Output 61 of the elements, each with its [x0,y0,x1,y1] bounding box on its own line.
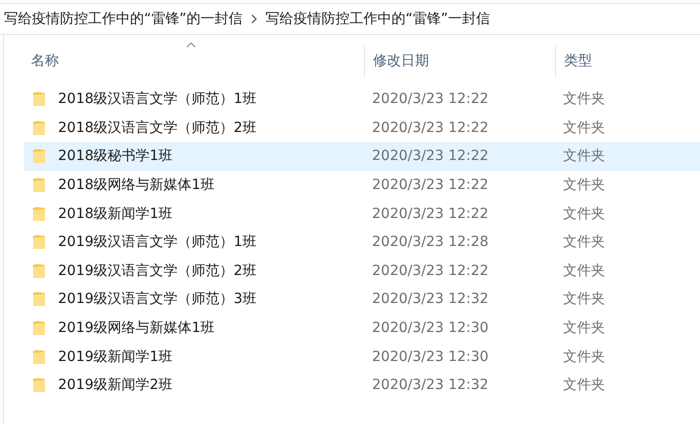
file-type: 文件夹 [562,262,606,280]
file-type: 文件夹 [562,319,606,338]
modified-date: 2020/3/23 12:30 [371,320,490,336]
file-type: 文件夹 [562,204,606,223]
modified-date: 2020/3/23 12:22 [371,148,490,164]
file-name: 2019级汉语言文学（师范）3班 [58,290,257,308]
file-type: 文件夹 [562,118,606,137]
folder-icon [32,348,46,365]
file-row[interactable]: 2019级汉语言文学（师范）2班 2020/3/23 12:22 文件夹 [24,256,700,286]
file-type: 文件夹 [562,290,606,308]
modified-date: 2020/3/23 12:28 [371,234,490,250]
folder-icon [32,91,46,108]
file-name: 2018级汉语言文学（师范）2班 [58,118,257,137]
file-name: 2019级新闻学2班 [58,376,173,394]
modified-date: 2020/3/23 12:32 [371,377,490,394]
folder-icon [32,234,46,250]
column-header[interactable]: 名称 [31,52,59,70]
file-row[interactable]: 2018级汉语言文学（师范）2班 2020/3/23 12:22 文件夹 [24,114,700,142]
file-type: 文件夹 [562,233,606,252]
file-row[interactable]: 2018级网络与新媒体1班 2020/3/23 12:22 文件夹 [24,170,700,200]
folder-icon [32,177,46,194]
modified-date: 2020/3/23 12:22 [371,120,490,136]
folder-icon [32,262,46,279]
file-type: 文件夹 [562,147,606,166]
file-name: 2019级汉语言文学（师范）2班 [58,262,257,280]
file-type: 文件夹 [562,376,606,394]
folder-icon [32,377,46,394]
file-name: 2019级网络与新媒体1班 [58,319,215,338]
file-row[interactable]: 2018级秘书学1班 2020/3/23 12:22 文件夹 [24,142,700,171]
folder-icon [32,206,46,222]
column-header[interactable]: 修改日期 [373,52,429,70]
file-row[interactable]: 2018级汉语言文学（师范）1班 2020/3/23 12:22 文件夹 [24,85,700,114]
folder-icon [32,291,46,308]
folder-icon [32,148,46,164]
column-header[interactable]: 类型 [564,52,592,70]
file-name: 2018级新闻学1班 [58,204,173,223]
file-row[interactable]: 2019级汉语言文学（师范）1班 2020/3/23 12:28 文件夹 [24,228,700,257]
file-type: 文件夹 [562,348,606,366]
modified-date: 2020/3/23 12:22 [371,91,490,108]
folder-icon [32,320,46,336]
modified-date: 2020/3/23 12:22 [371,206,490,222]
file-row[interactable]: 2019级网络与新媒体1班 2020/3/23 12:30 文件夹 [24,314,700,342]
modified-date: 2020/3/23 12:32 [371,291,490,308]
modified-date: 2020/3/23 12:22 [371,177,490,194]
file-name: 2018级汉语言文学（师范）1班 [58,90,257,108]
breadcrumb-item[interactable]: 写给疫情防控工作中的“雷锋”的一封信 [4,10,243,28]
file-type: 文件夹 [562,176,606,194]
file-name: 2018级网络与新媒体1班 [58,176,215,194]
chevron-icon [250,14,258,24]
file-row[interactable]: 2019级新闻学2班 2020/3/23 12:32 文件夹 [24,370,700,400]
modified-date: 2020/3/23 12:22 [371,262,490,279]
file-name: 2019级新闻学1班 [58,348,173,366]
file-type: 文件夹 [562,90,606,108]
breadcrumb-item[interactable]: 写给疫情防控工作中的“雷锋”一封信 [266,10,490,28]
file-name: 2018级秘书学1班 [58,147,173,166]
file-row[interactable]: 2019级新闻学1班 2020/3/23 12:30 文件夹 [24,342,700,371]
folder-icon [32,120,46,136]
file-row[interactable]: 2019级汉语言文学（师范）3班 2020/3/23 12:32 文件夹 [24,285,700,314]
file-row[interactable]: 2018级新闻学1班 2020/3/23 12:22 文件夹 [24,199,700,228]
modified-date: 2020/3/23 12:30 [371,348,490,365]
file-name: 2019级汉语言文学（师范）1班 [58,233,257,252]
